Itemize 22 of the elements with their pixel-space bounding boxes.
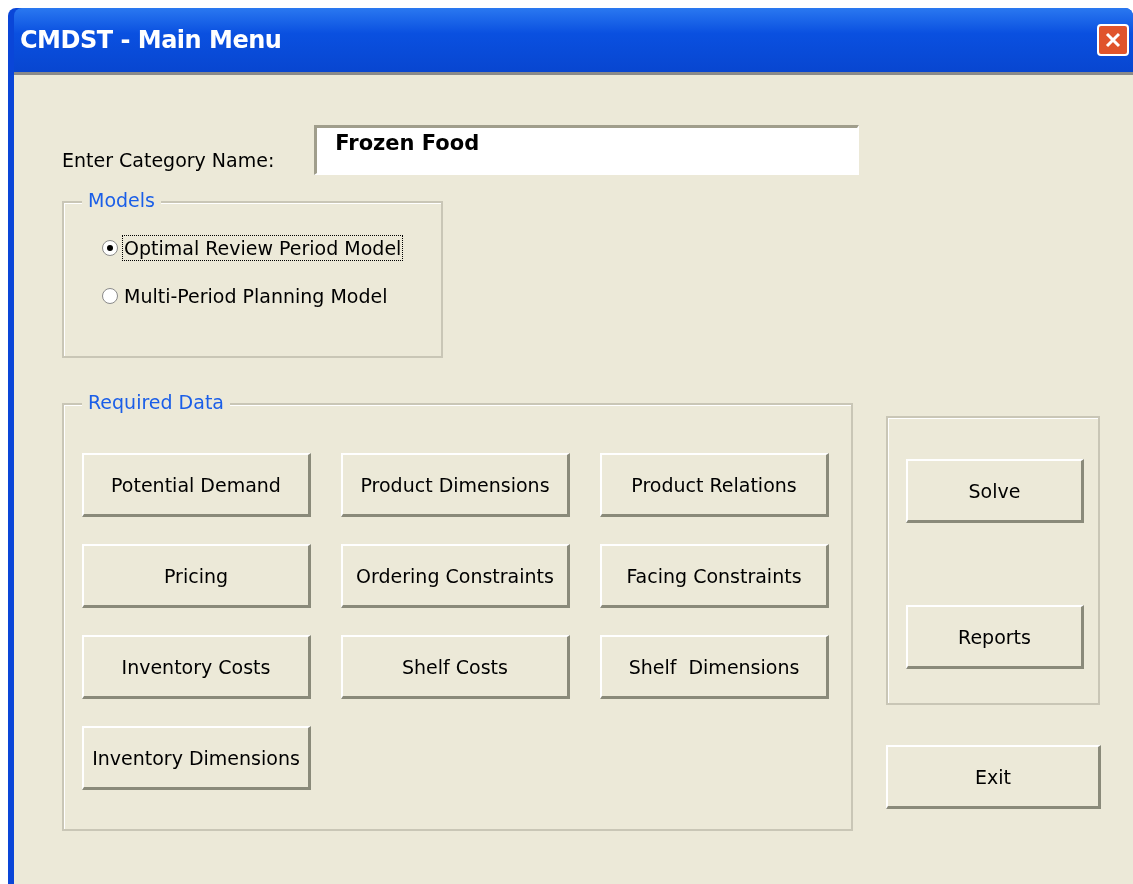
data-button[interactable]: Inventory Costs	[82, 635, 311, 699]
window-title: CMDST - Main Menu	[20, 26, 282, 54]
radio-button[interactable]	[102, 288, 118, 304]
action-button[interactable]: Reports	[906, 605, 1084, 669]
radio-option[interactable]: Multi-Period Planning Model	[102, 283, 441, 309]
action-button[interactable]: Solve	[906, 459, 1084, 523]
category-field[interactable]: Frozen Food	[314, 125, 860, 175]
data-button[interactable]: Ordering Constraints	[341, 544, 570, 608]
data-button[interactable]: Product Relations	[600, 453, 829, 517]
close-button[interactable]	[1097, 24, 1129, 56]
radio-button[interactable]	[102, 240, 118, 256]
data-button[interactable]: Potential Demand	[82, 453, 311, 517]
data-button[interactable]: Shelf Dimensions	[600, 635, 829, 699]
category-label: Enter Category Name:	[62, 149, 275, 171]
data-button[interactable]: Inventory Dimensions	[82, 726, 311, 790]
group-legend: Required Data	[82, 391, 230, 413]
data-button[interactable]: Product Dimensions	[341, 453, 570, 517]
data-button[interactable]: Pricing	[82, 544, 311, 608]
data-button[interactable]: Shelf Costs	[341, 635, 570, 699]
close-icon	[1104, 31, 1122, 49]
data-button[interactable]: Facing Constraints	[600, 544, 829, 608]
exit-button[interactable]: Exit	[886, 745, 1101, 809]
